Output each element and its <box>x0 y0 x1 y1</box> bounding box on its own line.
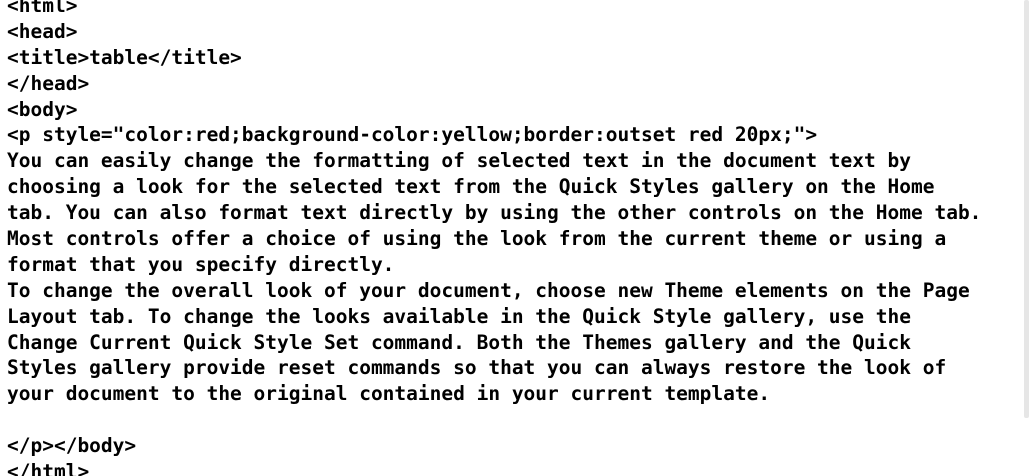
code-line: format that you specify directly. <box>7 252 395 276</box>
code-line: </html> <box>7 460 90 476</box>
code-line: </head> <box>7 71 90 95</box>
code-line: tab. You can also format text directly b… <box>7 201 982 225</box>
code-line: <title>table</title> <box>7 45 242 69</box>
code-line: </p></body> <box>7 434 137 458</box>
code-line: Most controls offer a choice of using th… <box>7 227 947 251</box>
code-line: Styles gallery provide reset commands so… <box>7 356 947 380</box>
code-line: your document to the original contained … <box>7 382 771 406</box>
code-line: Layout tab. To change the looks availabl… <box>7 304 911 328</box>
code-line: <head> <box>7 19 78 43</box>
code-editor[interactable]: <html> <head> <title>table</title> </hea… <box>0 0 1030 476</box>
code-line: <p style="color:red;background-color:yel… <box>7 123 818 147</box>
code-line: <body> <box>7 97 78 121</box>
scrollbar-thumb[interactable] <box>1024 0 1029 418</box>
code-line: choosing a look for the selected text fr… <box>7 175 935 199</box>
code-line: You can easily change the formatting of … <box>7 149 911 173</box>
code-line: To change the overall look of your docum… <box>7 278 970 302</box>
vertical-scrollbar[interactable] <box>1022 0 1030 476</box>
code-text-area[interactable]: <html> <head> <title>table</title> </hea… <box>0 0 1022 476</box>
code-line: Change Current Quick Style Set command. … <box>7 330 911 354</box>
code-line: <html> <box>7 0 78 17</box>
